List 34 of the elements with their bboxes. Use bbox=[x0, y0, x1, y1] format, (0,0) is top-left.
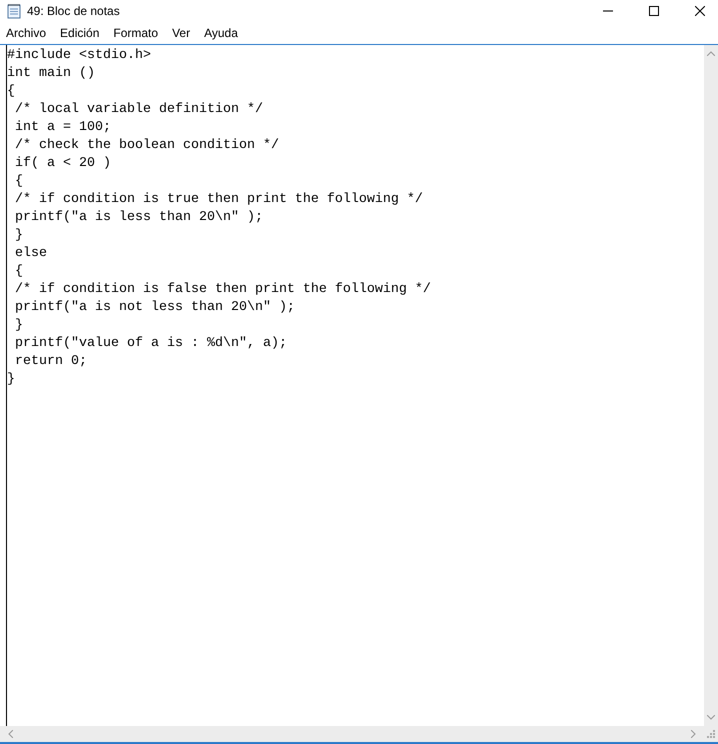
code-line: } bbox=[14, 227, 24, 245]
close-icon[interactable] bbox=[695, 6, 705, 16]
notepad-icon bbox=[6, 3, 22, 19]
menu-item[interactable]: Archivo bbox=[0, 26, 52, 40]
menu-item[interactable]: Formato bbox=[107, 26, 164, 40]
code-line: { bbox=[14, 263, 24, 281]
scroll-up-icon[interactable] bbox=[707, 51, 715, 56]
window-title: 49: Bloc de notas bbox=[27, 4, 120, 18]
code-line: #include <stdio.h> bbox=[7, 47, 152, 65]
code-line: int a = 100; bbox=[14, 119, 112, 137]
code-line: /* local variable definition */ bbox=[14, 101, 264, 119]
resize-grip-icon[interactable] bbox=[707, 730, 715, 738]
scroll-down-icon[interactable] bbox=[707, 715, 715, 720]
menu-item[interactable]: Edición bbox=[54, 26, 106, 40]
code-line: /* if condition is false then print the following */ bbox=[14, 281, 432, 299]
code-line: printf("a is not less than 20\n" ); bbox=[14, 299, 296, 317]
code-line: else bbox=[14, 245, 48, 263]
code-line: int main () bbox=[7, 65, 96, 83]
code-line: /* check the boolean condition */ bbox=[14, 137, 280, 155]
menu-item[interactable]: Ayuda bbox=[198, 26, 244, 40]
code-line: } bbox=[14, 317, 24, 335]
code-line: printf("value of a is : %d\n", a); bbox=[14, 335, 288, 353]
maximize-icon[interactable] bbox=[649, 6, 659, 16]
code-line: } bbox=[7, 371, 16, 389]
scroll-right-icon[interactable] bbox=[691, 730, 696, 738]
code-line: printf("a is less than 20\n" ); bbox=[14, 209, 264, 227]
code-line: /* if condition is true then print the following */ bbox=[14, 191, 424, 209]
code-line: if( a < 20 ) bbox=[14, 155, 112, 173]
vertical-scrollbar[interactable] bbox=[704, 45, 718, 726]
scroll-left-icon[interactable] bbox=[8, 730, 13, 738]
code-line: { bbox=[7, 83, 16, 101]
code-line: { bbox=[14, 173, 24, 191]
menu-item[interactable]: Ver bbox=[166, 26, 196, 40]
code-line: return 0; bbox=[14, 353, 88, 371]
